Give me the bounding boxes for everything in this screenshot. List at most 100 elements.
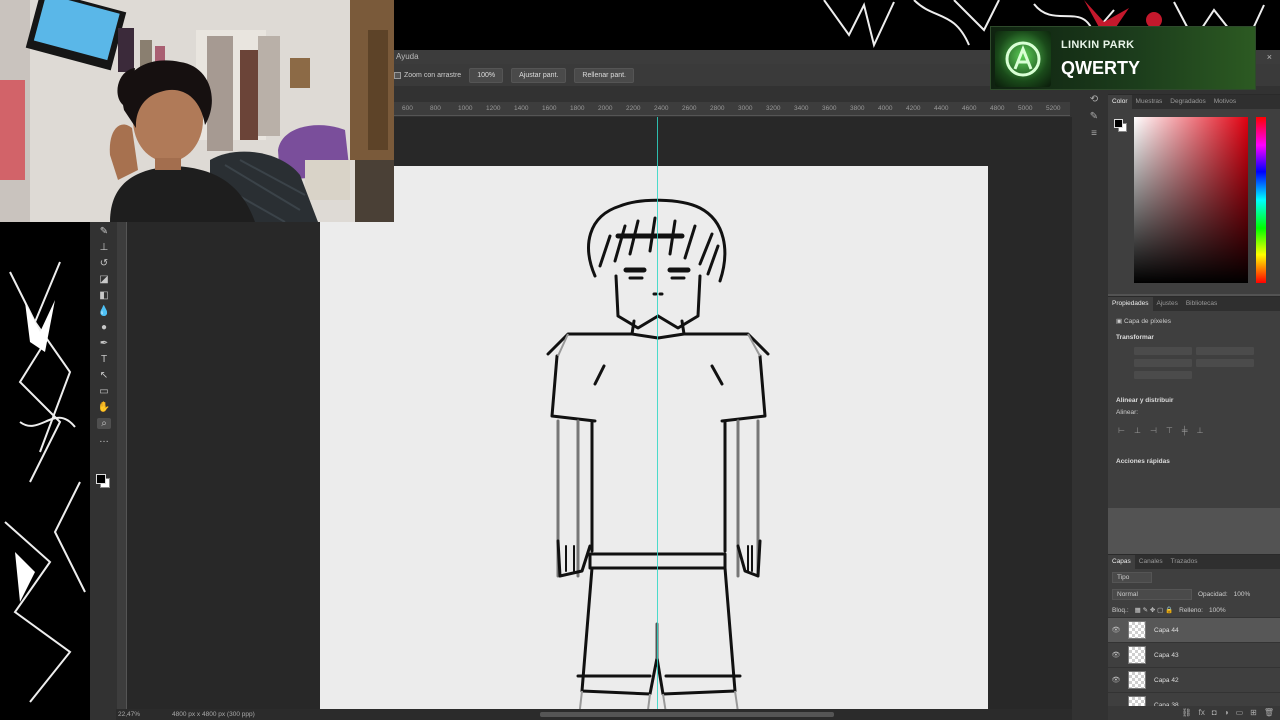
- opacity-label: Opacidad:: [1198, 591, 1228, 598]
- align-top-icon[interactable]: ⊤: [1166, 426, 1173, 435]
- tab-patterns[interactable]: Motivos: [1210, 95, 1240, 109]
- ruler-tick-label: 2600: [682, 105, 697, 112]
- tab-adjustments[interactable]: Ajustes: [1153, 297, 1182, 311]
- properties-panel: Propiedades Ajustes Bibliotecas ▣ Capa d…: [1108, 296, 1280, 508]
- ruler-tick-label: 2400: [654, 105, 669, 112]
- path-select-icon[interactable]: ↖: [97, 370, 111, 381]
- blend-mode-select[interactable]: Normal: [1112, 589, 1192, 600]
- fill-icon[interactable]: ◧: [97, 290, 111, 301]
- layer-kind-label: Capa de píxeles: [1123, 318, 1171, 325]
- vertical-guide-line[interactable]: [657, 117, 658, 709]
- fill-value[interactable]: 100%: [1209, 607, 1226, 614]
- blur-icon[interactable]: 💧: [97, 306, 111, 317]
- visibility-eye-icon[interactable]: 👁: [1108, 676, 1124, 684]
- ruler-tick-label: 5200: [1046, 105, 1061, 112]
- trash-icon[interactable]: 🗑: [1264, 706, 1274, 720]
- align-bottom-icon[interactable]: ⊥: [1197, 426, 1204, 435]
- layer-name[interactable]: Capa 43: [1154, 652, 1179, 659]
- dodge-icon[interactable]: ●: [97, 322, 111, 333]
- now-playing-widget: LINKIN PARK QWERTY: [990, 26, 1256, 90]
- album-cover: [995, 31, 1051, 87]
- visibility-eye-icon[interactable]: 👁: [1108, 626, 1124, 634]
- align-left-icon[interactable]: ⊢: [1118, 426, 1125, 435]
- color-picker-field[interactable]: [1134, 117, 1248, 283]
- tab-paths[interactable]: Trazados: [1167, 555, 1202, 569]
- horizontal-scrollbar[interactable]: [540, 712, 834, 717]
- x-field[interactable]: [1134, 359, 1192, 367]
- horizontal-ruler: 600 800 1000 1200 1400 1600 1800 2000 2200 2400 26…: [390, 102, 1070, 116]
- brush-settings-icon[interactable]: ✎: [1090, 111, 1098, 122]
- tab-gradients[interactable]: Degradados: [1166, 95, 1209, 109]
- width-field[interactable]: [1134, 347, 1192, 355]
- align-right-icon[interactable]: ⊣: [1150, 426, 1157, 435]
- zoom-icon[interactable]: ⌕: [97, 418, 111, 429]
- type-icon[interactable]: T: [97, 354, 111, 365]
- ruler-tick-label: 1200: [486, 105, 501, 112]
- ruler-tick-label: 5000: [1018, 105, 1033, 112]
- y-field[interactable]: [1196, 359, 1254, 367]
- visibility-eye-icon[interactable]: 👁: [1108, 651, 1124, 659]
- fill-screen-button[interactable]: Rellenar pant.: [574, 67, 634, 83]
- color-foreground-swatch[interactable]: [1114, 119, 1123, 128]
- lock-icons[interactable]: ▦ ✎ ✥ ▢ 🔒: [1135, 606, 1174, 614]
- height-field[interactable]: [1196, 347, 1254, 355]
- color-panel-tabs: Color Muestras Degradados Motivos: [1108, 95, 1280, 109]
- more-tools-icon[interactable]: …: [97, 434, 111, 445]
- vertical-ruler: [117, 222, 127, 712]
- brush-icon[interactable]: ✎: [97, 226, 111, 237]
- stamp-icon[interactable]: ⊥: [97, 242, 111, 253]
- quick-actions-heading[interactable]: Acciones rápidas: [1108, 455, 1280, 468]
- tab-swatches[interactable]: Muestras: [1132, 95, 1167, 109]
- layer-row[interactable]: 👁 Capa 42: [1108, 667, 1280, 692]
- new-layer-icon[interactable]: ⊞: [1250, 706, 1257, 720]
- hand-icon[interactable]: ✋: [97, 402, 111, 413]
- right-panels: Color Muestras Degradados Motivos Propie…: [1108, 94, 1280, 720]
- tab-layers[interactable]: Capas: [1108, 555, 1135, 569]
- history-brush-icon[interactable]: ↺: [97, 258, 111, 269]
- opacity-value[interactable]: 100%: [1234, 591, 1251, 598]
- ruler-tick-label: 1000: [458, 105, 473, 112]
- pen-icon[interactable]: ✒: [97, 338, 111, 349]
- scrubby-zoom-label: Zoom con arrastre: [404, 71, 462, 79]
- adjustment-icon[interactable]: ◑: [1224, 706, 1229, 720]
- hue-slider[interactable]: [1256, 117, 1266, 283]
- transform-heading[interactable]: Transformar: [1108, 331, 1280, 344]
- menu-help[interactable]: Ayuda: [396, 52, 419, 61]
- foreground-color-swatch[interactable]: [96, 474, 106, 484]
- align-heading[interactable]: Alinear y distribuir: [1108, 394, 1280, 407]
- ruler-tick-label: 3800: [850, 105, 865, 112]
- eraser-icon[interactable]: ◪: [97, 274, 111, 285]
- webcam-image: [0, 0, 394, 222]
- history-icon[interactable]: ⟲: [1090, 94, 1098, 105]
- tab-color[interactable]: Color: [1108, 95, 1132, 109]
- fx-icon[interactable]: fx: [1199, 706, 1205, 720]
- scrubby-zoom-checkbox[interactable]: Zoom con arrastre: [394, 71, 462, 79]
- tab-channels[interactable]: Canales: [1135, 555, 1167, 569]
- layer-name[interactable]: Capa 44: [1154, 627, 1179, 634]
- ruler-tick-label: 3200: [766, 105, 781, 112]
- rectangle-icon[interactable]: ▭: [97, 386, 111, 397]
- tab-properties[interactable]: Propiedades: [1108, 297, 1153, 311]
- align-center-icon[interactable]: ⊥: [1134, 426, 1141, 435]
- document-canvas[interactable]: [320, 166, 988, 709]
- layer-name[interactable]: Capa 42: [1154, 677, 1179, 684]
- properties-panel-tabs: Propiedades Ajustes Bibliotecas: [1108, 297, 1280, 311]
- tab-libraries[interactable]: Bibliotecas: [1182, 297, 1221, 311]
- align-middle-icon[interactable]: ╪: [1182, 426, 1188, 435]
- ruler-tick-label: 4400: [934, 105, 949, 112]
- group-icon[interactable]: ▭: [1236, 706, 1244, 720]
- zoom-100-button[interactable]: 100%: [469, 67, 504, 83]
- close-icon[interactable]: ×: [1267, 50, 1272, 64]
- layer-row[interactable]: 👁 Capa 44: [1108, 617, 1280, 642]
- checkbox-box[interactable]: [394, 71, 401, 79]
- angle-field[interactable]: [1134, 371, 1192, 379]
- zoom-readout[interactable]: 22,47%: [118, 709, 140, 720]
- fit-screen-button[interactable]: Ajustar pant.: [511, 67, 567, 83]
- mask-icon[interactable]: ◘: [1212, 706, 1217, 720]
- adjust-icon[interactable]: ≡: [1091, 128, 1097, 139]
- align-label: Alinear:: [1116, 409, 1139, 416]
- link-icon[interactable]: ⛓: [1182, 706, 1192, 720]
- layer-filter-select[interactable]: Tipo: [1112, 572, 1152, 583]
- document-info[interactable]: 4800 px x 4800 px (300 ppp): [172, 709, 255, 720]
- layer-row[interactable]: 👁 Capa 43: [1108, 642, 1280, 667]
